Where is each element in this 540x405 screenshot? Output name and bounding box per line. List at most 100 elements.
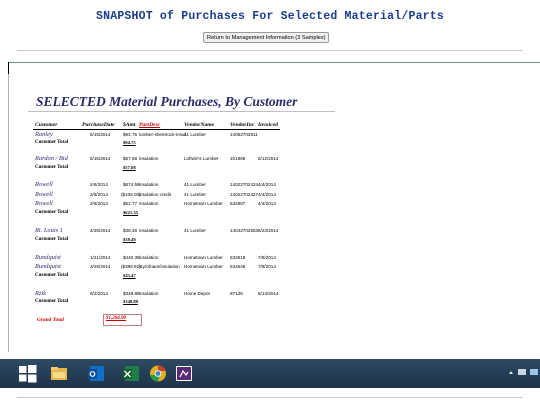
row-invoiced: 4/4/2014 [258, 182, 276, 187]
row-invoiced: 6/14/2014 [258, 291, 279, 296]
row-vendor-inv: 14022702424 [230, 182, 259, 187]
header-vendor-inv: VendorInv [230, 122, 255, 128]
row-customer: Rowell [35, 191, 53, 198]
row-date: 4/28/2014 [90, 228, 111, 233]
row-invoiced: 7/8/2014 [258, 264, 276, 269]
header-rule [33, 129, 280, 130]
row-customer: Rundquist [35, 254, 61, 261]
row-amount: $57.68 [123, 156, 138, 161]
excel-icon[interactable] [121, 363, 143, 384]
row-amount: ($106.00) [121, 192, 141, 197]
header-purchase-date: PurchaseDate [82, 122, 115, 128]
row-customer: Rowell [35, 200, 53, 207]
row-part-desc: insulation credit [139, 192, 171, 197]
row-date: 5/15/2014 [90, 132, 111, 137]
row-part-desc: insulation [139, 156, 159, 161]
header-part-desc[interactable]: PartDesc [139, 122, 160, 128]
row-vendor: 41 Lumber [184, 132, 206, 137]
row-invoiced: 6/12/2014 [258, 156, 279, 161]
media-app-icon[interactable] [173, 363, 195, 384]
chrome-icon[interactable] [147, 363, 169, 384]
report-frame-top [8, 62, 540, 63]
row-vendor: Hometown Lumber [184, 264, 223, 269]
file-explorer-icon[interactable] [48, 363, 70, 384]
header-customer: Customer [35, 122, 58, 128]
tray-overflow-icon[interactable] [509, 371, 513, 374]
row-amount: $52.77 [123, 201, 138, 206]
row-vendor: Hometown Lumber [184, 201, 223, 206]
customer-total-label: Customer Total [35, 165, 69, 170]
row-vendor: 41 Lumber [184, 182, 206, 187]
customer-total-value: $348.88 [123, 299, 138, 304]
row-date: 5/16/2014 [90, 156, 111, 161]
report-title: SELECTED Material Purchases, By Customer [36, 94, 298, 109]
header-vendor-name: VendorName [184, 122, 215, 128]
row-vendor-inv: 97135 [230, 291, 243, 296]
row-invoiced: 7/8/2014 [258, 255, 276, 260]
network-icon[interactable] [530, 369, 538, 375]
row-invoiced: 4/4/2014 [258, 192, 276, 197]
report-frame-left [8, 62, 9, 352]
windows-start-icon[interactable] [17, 363, 38, 384]
row-invoiced: 6/23/2014 [258, 228, 279, 233]
row-amount: $674.58 [123, 182, 140, 187]
grand-total-value: $1,204.90 [106, 316, 126, 321]
customer-total-value: $38.49 [123, 237, 136, 242]
windows-taskbar [0, 359, 540, 388]
row-part-desc: insulation [139, 291, 159, 296]
row-amount: ($398.92) [121, 264, 141, 269]
row-vendor-inv: 14052702811 [230, 132, 258, 137]
row-customer: Rzik [35, 290, 47, 297]
row-vendor: Home Depot [184, 291, 210, 296]
row-part-desc: styrofoam/insulation [139, 264, 180, 269]
row-date: 1/21/2014 [90, 255, 111, 260]
row-vendor-inv: 14022702427 [230, 192, 259, 197]
row-amount: $440.39 [123, 255, 140, 260]
header-amount: $Amt [123, 122, 136, 128]
action-center-icon[interactable] [518, 369, 526, 375]
header-invoiced: Invoiced [258, 122, 278, 128]
outlook-icon[interactable] [86, 363, 108, 384]
row-vendor-inv: 534646 [230, 264, 246, 269]
row-amount: $94.75 [123, 132, 138, 137]
row-customer: Ranley [35, 131, 53, 138]
grand-total-label: Grand Total [37, 317, 64, 323]
row-customer: Rardon / Bid [35, 155, 68, 162]
row-vendor-inv: 101868 [230, 156, 246, 161]
report-title-rule [28, 111, 335, 112]
row-part-desc: insulation [139, 201, 159, 206]
row-vendor: Hometown Lumber [184, 255, 223, 260]
row-part-desc: insulation [139, 255, 159, 260]
customer-total-label: Customer Total [35, 237, 69, 242]
row-date: 3/29/2014 [90, 264, 111, 269]
row-vendor-inv: 14042702553 [230, 228, 259, 233]
return-to-management-button[interactable]: Return to Management Information (3 Samp… [203, 32, 330, 43]
row-vendor-inv: 532618 [230, 255, 246, 260]
row-vendor: 41 Lumber [184, 192, 206, 197]
top-divider [17, 50, 523, 51]
row-date: 2/6/2014 [90, 192, 108, 197]
row-customer: Rundquist [35, 263, 61, 270]
customer-total-value: $43.47 [123, 273, 136, 278]
row-customer: Rowell [35, 181, 53, 188]
bottom-divider [17, 397, 523, 398]
row-invoiced: 4/4/2014 [258, 201, 276, 206]
row-vendor: 41 Lumber [184, 228, 206, 233]
row-part-desc: lumber-sheetrock-insul. [139, 132, 187, 137]
row-vendor: Loftwin's Lumber [184, 156, 219, 161]
row-date: 6/2/2014 [90, 291, 108, 296]
customer-total-value: $621.35 [123, 210, 138, 215]
customer-total-value: $57.68 [123, 165, 136, 170]
row-date: 2/6/2014 [90, 182, 108, 187]
customer-total-label: Customer Total [35, 273, 69, 278]
customer-total-label: Customer Total [35, 210, 69, 215]
row-part-desc: insulation [139, 182, 159, 187]
customer-total-label: Customer Total [35, 140, 69, 145]
row-part-desc: insulation [139, 228, 159, 233]
page-title: SNAPSHOT of Purchases For Selected Mater… [96, 10, 444, 23]
row-customer: Rt. Louis 1 [35, 227, 63, 234]
row-amount: $348.88 [123, 291, 140, 296]
row-amount: $38.49 [123, 228, 138, 233]
customer-total-label: Customer Total [35, 299, 69, 304]
row-date: 2/6/2014 [90, 201, 108, 206]
